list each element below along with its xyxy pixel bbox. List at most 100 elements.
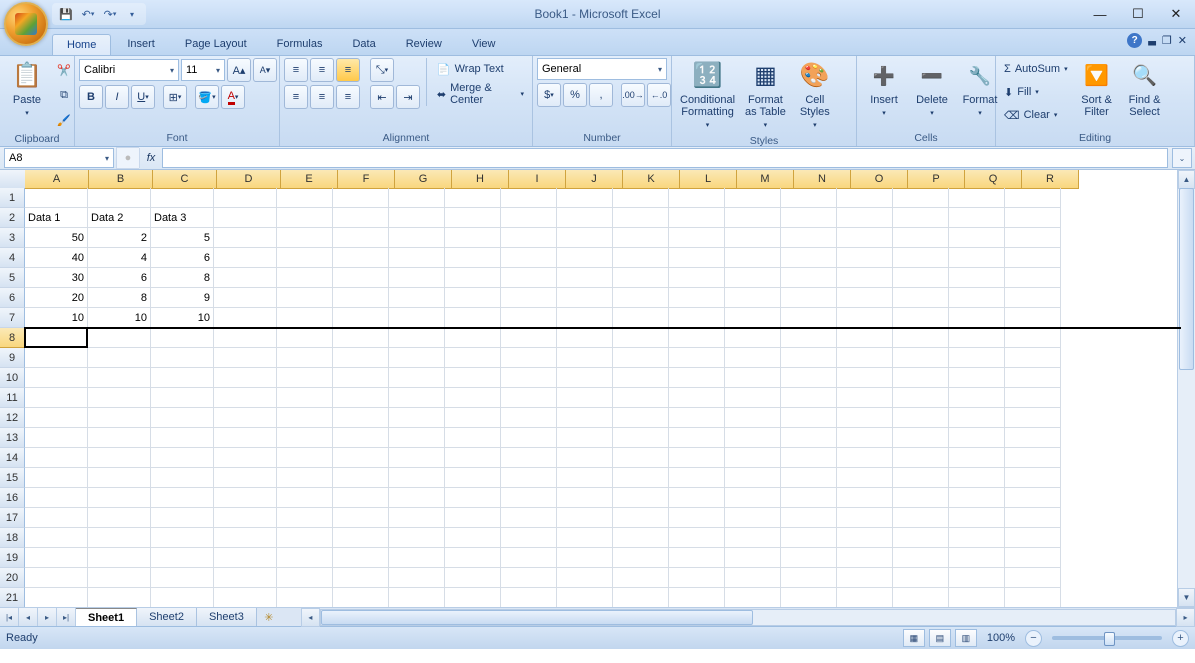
- cell-H17[interactable]: [445, 508, 501, 528]
- cell-J20[interactable]: [557, 568, 613, 588]
- cell-M3[interactable]: [725, 228, 781, 248]
- cell-I11[interactable]: [501, 388, 557, 408]
- cell-L14[interactable]: [669, 448, 725, 468]
- cell-I9[interactable]: [501, 348, 557, 368]
- cell-M19[interactable]: [725, 548, 781, 568]
- cell-H18[interactable]: [445, 528, 501, 548]
- cell-C2[interactable]: Data 3: [151, 208, 214, 228]
- cell-R17[interactable]: [1005, 508, 1061, 528]
- scroll-right-button[interactable]: ▸: [1176, 608, 1195, 627]
- cell-D11[interactable]: [214, 388, 277, 408]
- cell-C14[interactable]: [151, 448, 214, 468]
- cell-B6[interactable]: 8: [88, 288, 151, 308]
- cell-L18[interactable]: [669, 528, 725, 548]
- sheet-nav-prev[interactable]: ◂: [19, 608, 38, 626]
- cell-L13[interactable]: [669, 428, 725, 448]
- cell-O3[interactable]: [837, 228, 893, 248]
- cell-J3[interactable]: [557, 228, 613, 248]
- row-header-1[interactable]: 1: [0, 188, 25, 208]
- cell-K10[interactable]: [613, 368, 669, 388]
- cell-Q14[interactable]: [949, 448, 1005, 468]
- cell-I1[interactable]: [501, 188, 557, 208]
- cell-R9[interactable]: [1005, 348, 1061, 368]
- cell-G20[interactable]: [389, 568, 445, 588]
- cell-J14[interactable]: [557, 448, 613, 468]
- cell-C17[interactable]: [151, 508, 214, 528]
- cell-N12[interactable]: [781, 408, 837, 428]
- row-header-2[interactable]: 2: [0, 208, 25, 228]
- cell-P4[interactable]: [893, 248, 949, 268]
- cell-K15[interactable]: [613, 468, 669, 488]
- cell-L15[interactable]: [669, 468, 725, 488]
- cell-G21[interactable]: [389, 588, 445, 608]
- cell-F15[interactable]: [333, 468, 389, 488]
- cell-O8[interactable]: [837, 328, 893, 348]
- maximize-button[interactable]: ☐: [1119, 3, 1157, 25]
- cell-L12[interactable]: [669, 408, 725, 428]
- cell-G4[interactable]: [389, 248, 445, 268]
- cell-P7[interactable]: [893, 308, 949, 328]
- cell-K8[interactable]: [613, 328, 669, 348]
- copy-button[interactable]: ⧉: [52, 83, 76, 107]
- cell-H21[interactable]: [445, 588, 501, 608]
- cell-R12[interactable]: [1005, 408, 1061, 428]
- cell-H8[interactable]: [445, 328, 501, 348]
- cell-L6[interactable]: [669, 288, 725, 308]
- row-header-14[interactable]: 14: [0, 448, 25, 468]
- ribbon-tab-data[interactable]: Data: [338, 34, 389, 55]
- office-button[interactable]: [4, 2, 48, 46]
- cell-G1[interactable]: [389, 188, 445, 208]
- cell-K19[interactable]: [613, 548, 669, 568]
- cell-K17[interactable]: [613, 508, 669, 528]
- cell-A2[interactable]: Data 1: [25, 208, 88, 228]
- expand-formula-bar-button[interactable]: ⌄: [1172, 148, 1192, 168]
- cell-D5[interactable]: [214, 268, 277, 288]
- cell-M20[interactable]: [725, 568, 781, 588]
- cell-I8[interactable]: [501, 328, 557, 348]
- cell-J16[interactable]: [557, 488, 613, 508]
- cell-D2[interactable]: [214, 208, 277, 228]
- cell-A13[interactable]: [25, 428, 88, 448]
- row-header-4[interactable]: 4: [0, 248, 25, 268]
- row-header-12[interactable]: 12: [0, 408, 25, 428]
- cell-M7[interactable]: [725, 308, 781, 328]
- cell-I3[interactable]: [501, 228, 557, 248]
- cell-F4[interactable]: [333, 248, 389, 268]
- column-header-C[interactable]: C: [153, 170, 217, 189]
- cell-J7[interactable]: [557, 308, 613, 328]
- bold-button[interactable]: B: [79, 85, 103, 109]
- minimize-button[interactable]: —: [1081, 3, 1119, 25]
- column-header-A[interactable]: A: [25, 170, 89, 189]
- cell-A15[interactable]: [25, 468, 88, 488]
- cell-G3[interactable]: [389, 228, 445, 248]
- cell-C12[interactable]: [151, 408, 214, 428]
- cell-I21[interactable]: [501, 588, 557, 608]
- cell-E21[interactable]: [277, 588, 333, 608]
- increase-decimal-button[interactable]: .00→: [621, 83, 645, 107]
- cell-Q7[interactable]: [949, 308, 1005, 328]
- insert-cells-button[interactable]: ➕Insert▾: [861, 58, 907, 122]
- cell-R21[interactable]: [1005, 588, 1061, 608]
- cell-E16[interactable]: [277, 488, 333, 508]
- cell-F12[interactable]: [333, 408, 389, 428]
- cell-J17[interactable]: [557, 508, 613, 528]
- cell-D7[interactable]: [214, 308, 277, 328]
- cell-B13[interactable]: [88, 428, 151, 448]
- cancel-formula-button[interactable]: ●: [116, 147, 139, 169]
- cell-B17[interactable]: [88, 508, 151, 528]
- cell-G19[interactable]: [389, 548, 445, 568]
- cell-Q2[interactable]: [949, 208, 1005, 228]
- cell-F5[interactable]: [333, 268, 389, 288]
- merge-center-button[interactable]: ⬌Merge & Center▾: [433, 83, 528, 105]
- cell-I14[interactable]: [501, 448, 557, 468]
- wrap-text-button[interactable]: 📄Wrap Text: [433, 58, 528, 80]
- cell-F10[interactable]: [333, 368, 389, 388]
- cell-I12[interactable]: [501, 408, 557, 428]
- minimize-ribbon-button[interactable]: ▃: [1148, 35, 1156, 46]
- cell-N11[interactable]: [781, 388, 837, 408]
- cell-K3[interactable]: [613, 228, 669, 248]
- cell-O9[interactable]: [837, 348, 893, 368]
- row-header-21[interactable]: 21: [0, 588, 25, 608]
- cell-P2[interactable]: [893, 208, 949, 228]
- cell-F13[interactable]: [333, 428, 389, 448]
